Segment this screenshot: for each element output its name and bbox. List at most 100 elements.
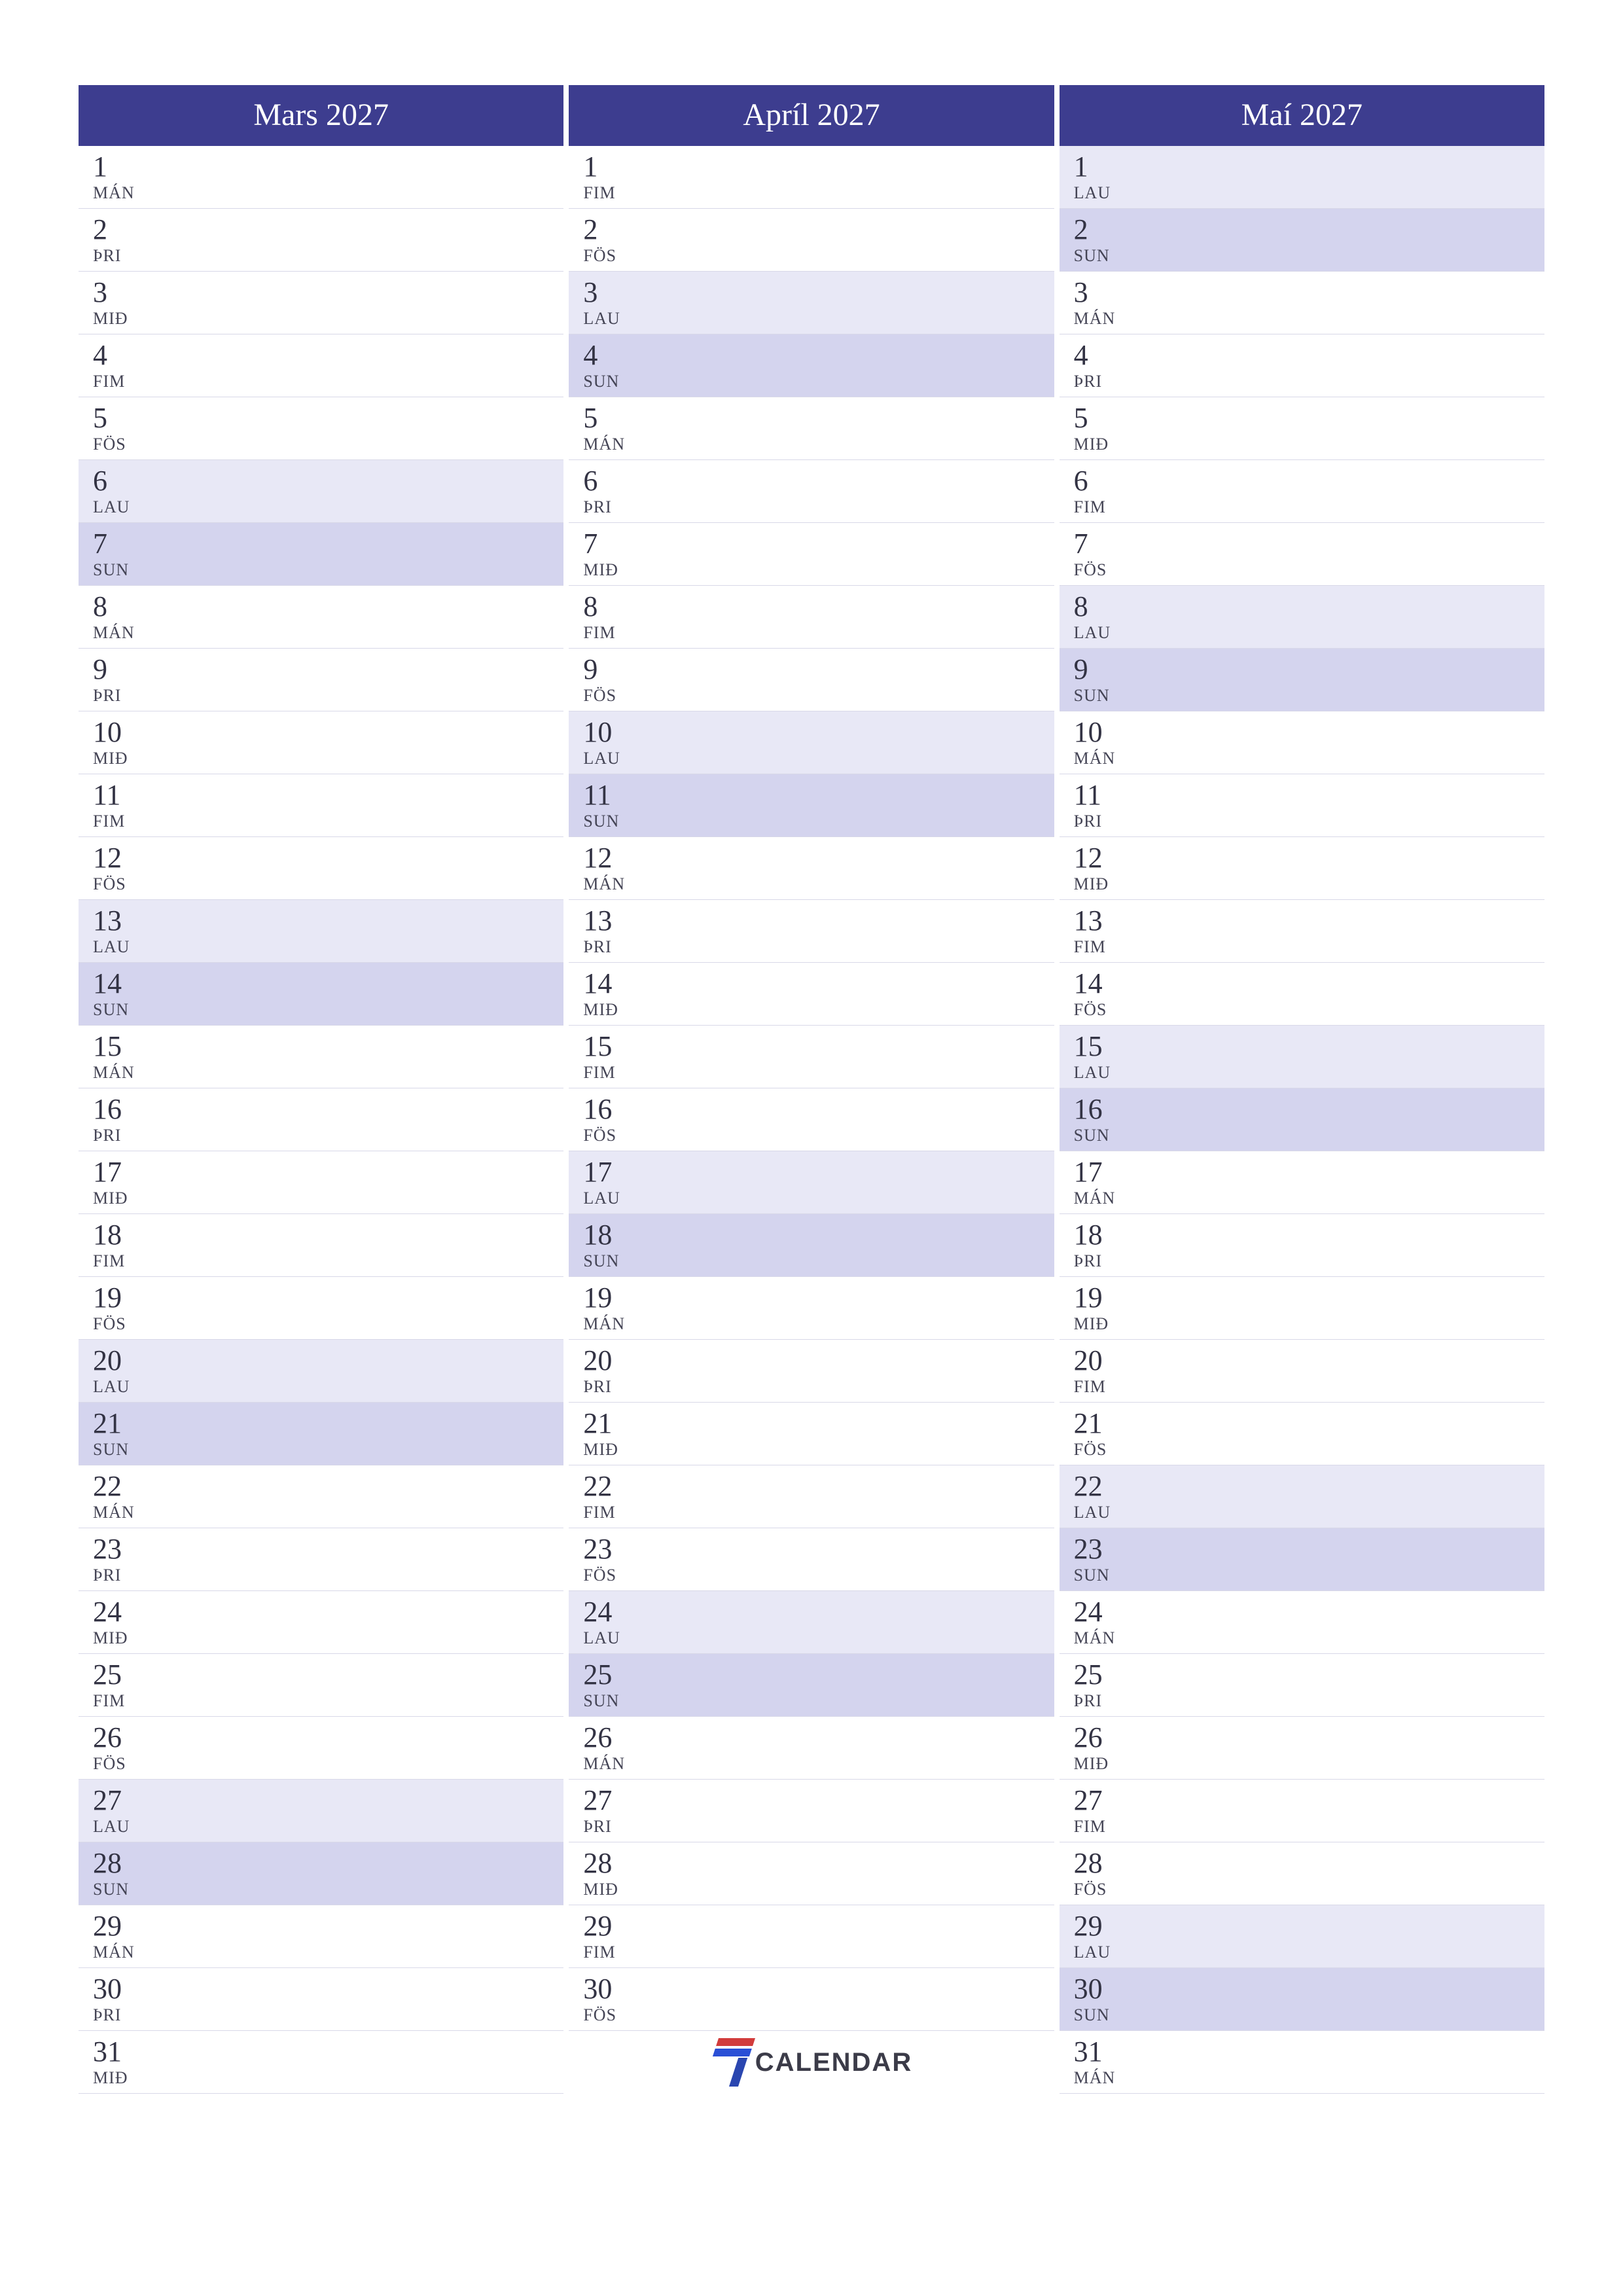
- day-row: 2FÖS: [569, 209, 1054, 272]
- day-row: 8MÁN: [79, 586, 563, 649]
- day-abbrev: SUN: [583, 372, 1054, 391]
- day-number: 2: [1074, 214, 1544, 245]
- day-row: 17LAU: [569, 1151, 1054, 1214]
- day-number: 11: [1074, 780, 1544, 811]
- brand-text: CALENDAR: [755, 2048, 912, 2077]
- day-abbrev: SUN: [583, 812, 1054, 831]
- day-number: 11: [93, 780, 563, 811]
- month-column-mars: Mars 2027 1MÁN2ÞRI3MIÐ4FIM5FÖS6LAU7SUN8M…: [79, 85, 563, 2094]
- day-abbrev: MIÐ: [583, 560, 1054, 580]
- day-number: 6: [583, 465, 1054, 497]
- day-row: 27LAU: [79, 1780, 563, 1842]
- day-number: 7: [583, 528, 1054, 560]
- day-number: 3: [93, 277, 563, 308]
- day-row: 25SUN: [569, 1654, 1054, 1717]
- day-number: 25: [583, 1659, 1054, 1691]
- day-number: 10: [1074, 717, 1544, 748]
- day-number: 20: [1074, 1345, 1544, 1376]
- day-row: 5FÖS: [79, 397, 563, 460]
- day-abbrev: SUN: [93, 1880, 563, 1899]
- day-abbrev: ÞRI: [583, 1377, 1054, 1397]
- day-row: 30SUN: [1060, 1968, 1544, 2031]
- day-number: 21: [1074, 1408, 1544, 1439]
- day-row: 1MÁN: [79, 146, 563, 209]
- day-row: 29LAU: [1060, 1905, 1544, 1968]
- day-row: 18FIM: [79, 1214, 563, 1277]
- day-number: 18: [93, 1219, 563, 1251]
- day-row: 19MÁN: [569, 1277, 1054, 1340]
- day-abbrev: FÖS: [93, 1754, 563, 1774]
- day-row: 20LAU: [79, 1340, 563, 1403]
- seven-icon: [711, 2038, 747, 2087]
- day-row: 17MIÐ: [79, 1151, 563, 1214]
- day-abbrev: LAU: [1074, 623, 1544, 643]
- day-abbrev: SUN: [583, 1251, 1054, 1271]
- day-number: 23: [1074, 1534, 1544, 1565]
- days-list: 1FIM2FÖS3LAU4SUN5MÁN6ÞRI7MIÐ8FIM9FÖS10LA…: [569, 146, 1054, 2031]
- day-abbrev: MÁN: [93, 1063, 563, 1083]
- day-number: 18: [583, 1219, 1054, 1251]
- day-abbrev: LAU: [1074, 1503, 1544, 1522]
- day-number: 22: [583, 1471, 1054, 1502]
- day-number: 12: [1074, 842, 1544, 874]
- month-header: Maí 2027: [1060, 85, 1544, 146]
- day-number: 19: [1074, 1282, 1544, 1314]
- day-abbrev: SUN: [1074, 686, 1544, 706]
- day-number: 30: [1074, 1973, 1544, 2005]
- days-list: 1MÁN2ÞRI3MIÐ4FIM5FÖS6LAU7SUN8MÁN9ÞRI10MI…: [79, 146, 563, 2094]
- day-number: 24: [583, 1596, 1054, 1628]
- day-number: 4: [1074, 340, 1544, 371]
- day-row: 9SUN: [1060, 649, 1544, 711]
- day-abbrev: SUN: [93, 1000, 563, 1020]
- month-header: Apríl 2027: [569, 85, 1054, 146]
- day-row: 8LAU: [1060, 586, 1544, 649]
- day-number: 16: [1074, 1094, 1544, 1125]
- day-abbrev: MIÐ: [93, 749, 563, 768]
- day-number: 29: [93, 1910, 563, 1942]
- day-number: 20: [583, 1345, 1054, 1376]
- day-abbrev: FIM: [93, 1691, 563, 1711]
- day-number: 2: [583, 214, 1054, 245]
- day-number: 7: [1074, 528, 1544, 560]
- day-number: 1: [93, 151, 563, 183]
- day-row: 17MÁN: [1060, 1151, 1544, 1214]
- day-abbrev: MÁN: [93, 1503, 563, 1522]
- day-row: 8FIM: [569, 586, 1054, 649]
- day-row: 26MIÐ: [1060, 1717, 1544, 1780]
- day-number: 3: [583, 277, 1054, 308]
- day-number: 4: [583, 340, 1054, 371]
- day-abbrev: MIÐ: [93, 309, 563, 329]
- day-number: 10: [583, 717, 1054, 748]
- day-abbrev: LAU: [93, 497, 563, 517]
- day-number: 14: [583, 968, 1054, 999]
- day-number: 28: [1074, 1848, 1544, 1879]
- day-number: 11: [583, 780, 1054, 811]
- day-number: 2: [93, 214, 563, 245]
- day-row: 6LAU: [79, 460, 563, 523]
- day-abbrev: FIM: [583, 1943, 1054, 1962]
- day-row: 15MÁN: [79, 1026, 563, 1088]
- day-row: 22LAU: [1060, 1465, 1544, 1528]
- day-number: 27: [93, 1785, 563, 1816]
- day-number: 21: [583, 1408, 1054, 1439]
- day-number: 13: [93, 905, 563, 937]
- day-row: 18SUN: [569, 1214, 1054, 1277]
- day-number: 17: [583, 1157, 1054, 1188]
- day-number: 21: [93, 1408, 563, 1439]
- day-number: 29: [1074, 1910, 1544, 1942]
- day-abbrev: FÖS: [93, 1314, 563, 1334]
- day-number: 17: [93, 1157, 563, 1188]
- day-number: 15: [583, 1031, 1054, 1062]
- day-abbrev: MÁN: [93, 1943, 563, 1962]
- day-abbrev: ÞRI: [1074, 1251, 1544, 1271]
- day-row: 20FIM: [1060, 1340, 1544, 1403]
- day-number: 5: [1074, 403, 1544, 434]
- day-row: 14MIÐ: [569, 963, 1054, 1026]
- day-abbrev: LAU: [583, 1628, 1054, 1648]
- day-row: 28MIÐ: [569, 1842, 1054, 1905]
- day-abbrev: MIÐ: [583, 1440, 1054, 1460]
- day-number: 30: [93, 1973, 563, 2005]
- day-row: 21MIÐ: [569, 1403, 1054, 1465]
- day-abbrev: LAU: [583, 309, 1054, 329]
- day-abbrev: MIÐ: [583, 1000, 1054, 1020]
